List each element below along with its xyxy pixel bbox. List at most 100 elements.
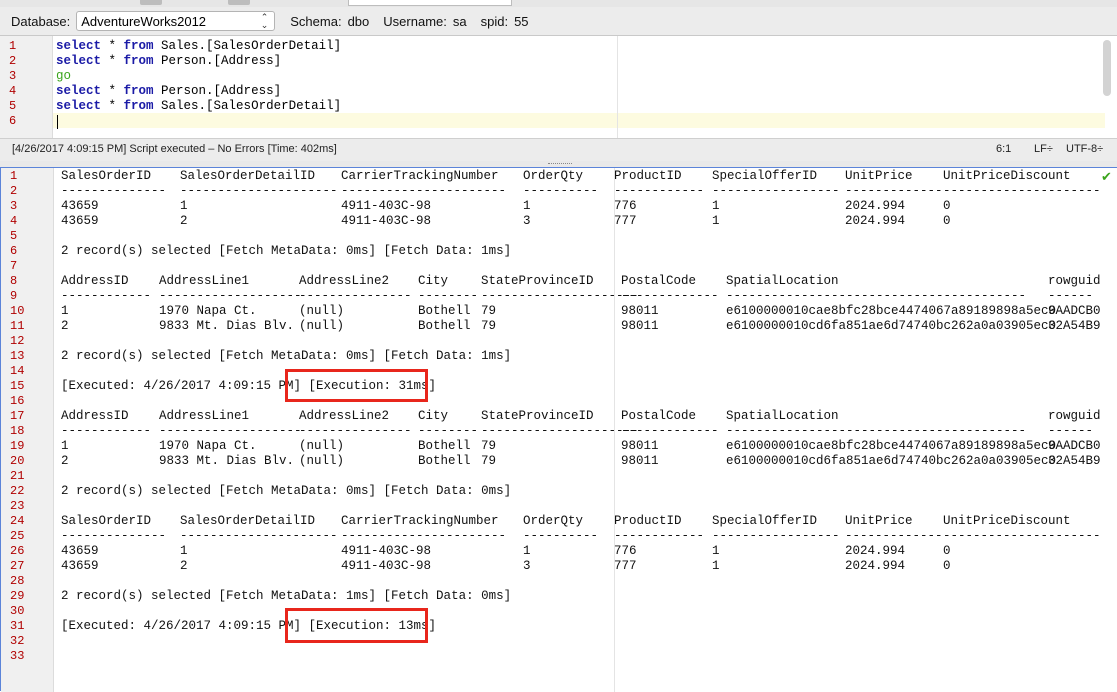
table-cell: ------------	[614, 529, 705, 543]
schema-label: Schema:	[290, 13, 342, 29]
table-cell: 79	[481, 439, 497, 453]
line-number: 10	[10, 304, 25, 318]
line-number: 32	[10, 634, 25, 648]
code-text: *	[101, 54, 124, 68]
encoding-select[interactable]: UTF-8÷	[1066, 143, 1103, 155]
line-number: 22	[10, 484, 25, 498]
line-number: 20	[10, 454, 25, 468]
table-cell: AddressLine2	[299, 274, 390, 288]
table-cell: 79	[481, 454, 497, 468]
table-cell: CarrierTrackingNumber	[341, 514, 499, 528]
editor-scrollbar[interactable]	[1103, 40, 1111, 96]
execution-time-highlight	[285, 608, 428, 643]
table-cell: 3	[523, 214, 531, 228]
sql-editor[interactable]: 123456 select * from Sales.[SalesOrderDe…	[0, 36, 1117, 138]
table-cell: City	[418, 409, 449, 423]
table-cell: -----------------	[712, 529, 840, 543]
table-cell: 9AADCB0	[1048, 304, 1101, 318]
table-cell: ------------	[61, 424, 152, 438]
toolbar-button[interactable]	[140, 0, 162, 5]
line-number: 19	[10, 439, 25, 453]
table-cell: 0	[943, 544, 951, 558]
splitter-grip-icon	[548, 163, 572, 166]
output-line-gutter: 1 2 3 4 5 6 7 8 9 10 11 12 13 14 15 16 17 18 19 20 21 22 23 24 2…	[1, 168, 54, 692]
table-cell: -----------------	[712, 184, 840, 198]
table-cell: e6100000010cd6fa851ae6d74740bc262a0a0390…	[726, 454, 1057, 468]
table-cell: 1	[712, 559, 720, 573]
output-text[interactable]: SalesOrderID SalesOrderDetailID CarrierTra…	[61, 168, 1116, 692]
toolbar-button[interactable]	[228, 0, 250, 5]
table-cell: 9833 Mt. Dias Blv.	[159, 454, 295, 468]
table-cell: 2	[180, 214, 188, 228]
code-line[interactable]: select * from Person.[Address]	[56, 54, 281, 68]
line-number: 24	[10, 514, 25, 528]
table-cell: 1	[523, 199, 531, 213]
up-down-chevron-icon: ⌃ ⌄	[260, 12, 269, 30]
table-cell: 79	[481, 304, 497, 318]
results-output[interactable]: 1 2 3 4 5 6 7 8 9 10 11 12 13 14 15 16 17 18 19 20 21 22 23 24 2…	[0, 167, 1117, 692]
line-number: 4	[10, 214, 18, 228]
result-summary: 2 record(s) selected [Fetch MetaData: 0m…	[61, 484, 512, 498]
table-cell: 98011	[621, 454, 659, 468]
line-number: 16	[10, 394, 25, 408]
toolbar-field[interactable]	[348, 0, 512, 6]
table-cell: 43659	[61, 199, 99, 213]
table-cell: 4911-403C-98	[341, 559, 432, 573]
table-cell: 1	[180, 199, 188, 213]
line-number: 33	[10, 649, 25, 663]
code-line[interactable]: go	[56, 69, 71, 83]
table-cell: ---------------------	[943, 529, 1101, 543]
line-ending-select[interactable]: LF÷	[1034, 143, 1053, 155]
table-cell: Bothell	[418, 319, 471, 333]
table-cell: 79	[481, 319, 497, 333]
table-cell: SpatialLocation	[726, 274, 839, 288]
editor-active-line	[53, 113, 1105, 128]
table-cell: City	[418, 274, 449, 288]
line-number: 12	[10, 334, 25, 348]
table-cell: rowguid	[1048, 409, 1101, 423]
table-cell: 1	[61, 439, 69, 453]
table-cell: 4911-403C-98	[341, 544, 432, 558]
table-cell: SpecialOfferID	[712, 169, 818, 183]
line-number: 28	[10, 574, 25, 588]
code-line[interactable]: select * from Person.[Address]	[56, 84, 281, 98]
table-cell: 0	[943, 559, 951, 573]
table-cell: --------------	[61, 184, 167, 198]
username-label: Username:	[383, 13, 447, 29]
database-select-value: AdventureWorks2012	[81, 13, 207, 29]
table-cell: 4911-403C-98	[341, 199, 432, 213]
table-cell: 1	[180, 544, 188, 558]
table-cell: 1	[712, 199, 720, 213]
code-line[interactable]: select * from Sales.[SalesOrderDetail]	[56, 99, 341, 113]
line-number: 2	[10, 184, 18, 198]
line-number: 3	[10, 199, 18, 213]
keyword-from: from	[123, 99, 154, 113]
table-cell: 2	[61, 454, 69, 468]
line-number: 13	[10, 349, 25, 363]
table-cell: ---------------------	[943, 184, 1101, 198]
cursor-position: 6:1	[996, 143, 1012, 155]
table-cell: StateProvinceID	[481, 274, 594, 288]
table-cell: 1	[523, 544, 531, 558]
table-cell: 776	[614, 544, 637, 558]
table-cell: 1970 Napa Ct.	[159, 304, 257, 318]
line-number: 6	[10, 244, 18, 258]
keyword-go: go	[56, 69, 72, 83]
line-number: 23	[10, 499, 25, 513]
editor-line-gutter: 123456	[0, 36, 53, 138]
line-number: 21	[10, 469, 25, 483]
table-cell: ----------	[523, 529, 599, 543]
table-cell: SpecialOfferID	[712, 514, 818, 528]
table-cell: rowguid	[1048, 274, 1101, 288]
code-line[interactable]: select * from Sales.[SalesOrderDetail]	[56, 39, 341, 53]
line-number: 5	[9, 99, 17, 113]
table-cell: (null)	[299, 319, 345, 333]
database-select[interactable]: AdventureWorks2012 ⌃ ⌄	[76, 11, 276, 31]
execution-time-highlight	[285, 369, 428, 402]
table-cell: -------------	[845, 529, 943, 543]
table-cell: 1	[712, 544, 720, 558]
code-text: Sales.[SalesOrderDetail]	[153, 99, 342, 113]
spid-value: 55	[514, 13, 529, 29]
result-summary: 2 record(s) selected [Fetch MetaData: 0m…	[61, 244, 512, 258]
line-number: 3	[9, 69, 17, 83]
